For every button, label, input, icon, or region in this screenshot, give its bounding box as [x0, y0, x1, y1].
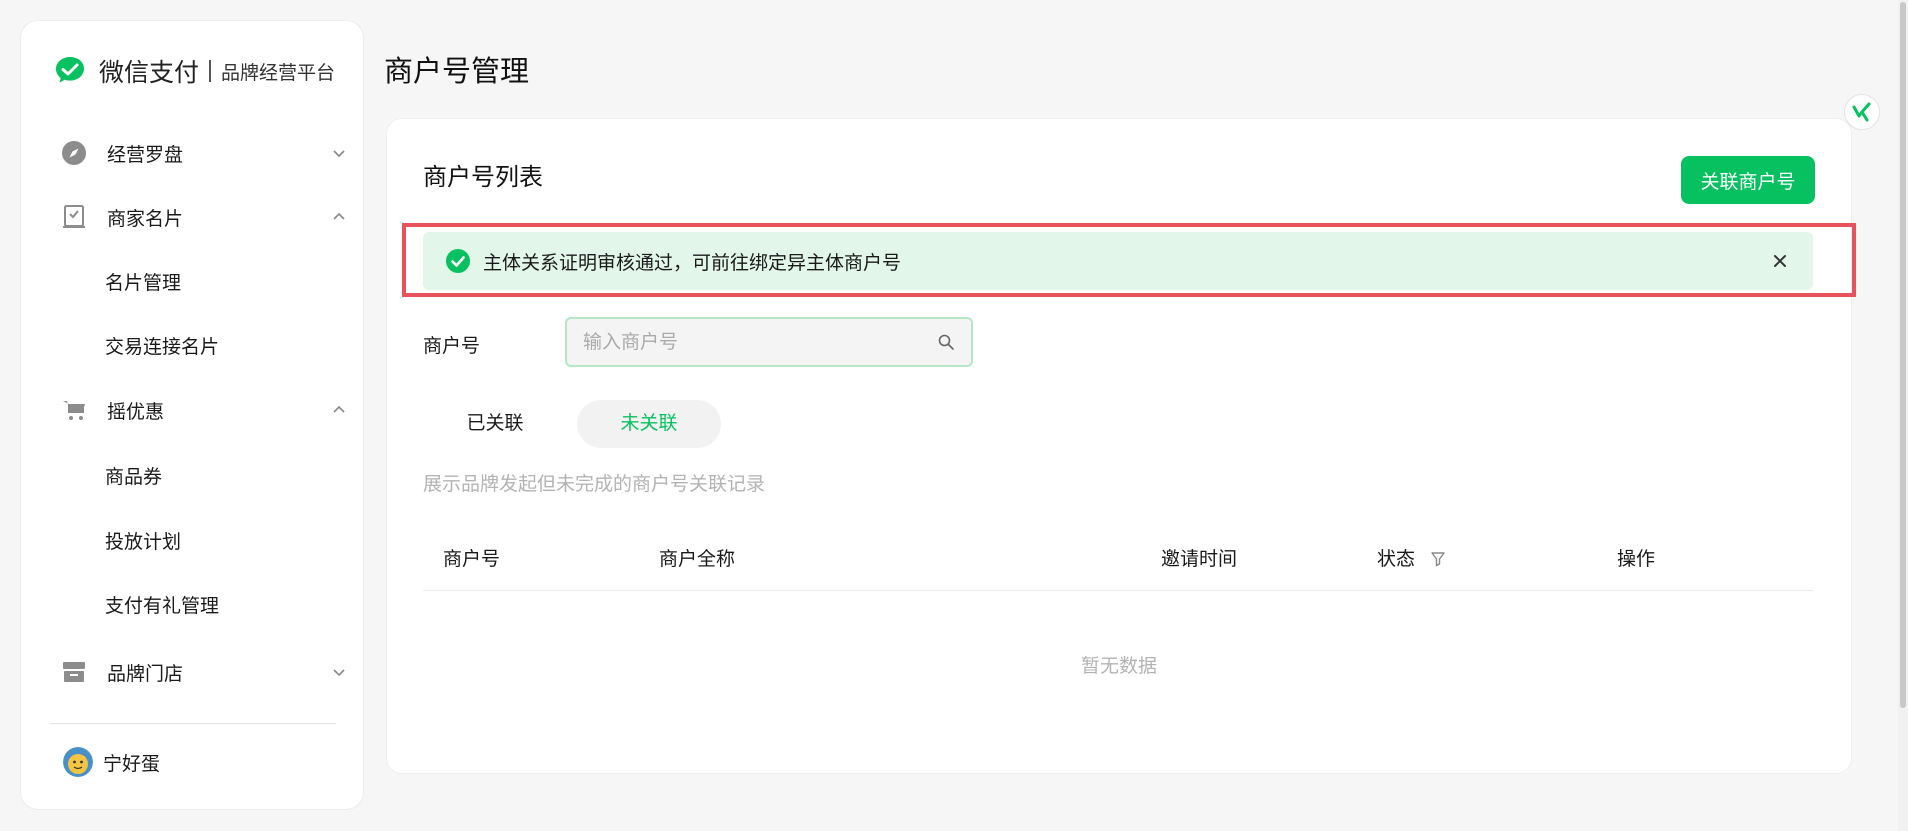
page-title: 商户号管理: [384, 56, 530, 88]
wechat-pay-icon: [56, 57, 84, 83]
column-header-status-label: 状态: [1377, 549, 1416, 570]
compass-icon: [61, 140, 87, 166]
sidebar-subitem-payment-gift[interactable]: 支付有礼管理: [105, 587, 219, 627]
avatar: [63, 747, 93, 777]
user-name: 宁好蛋: [103, 753, 161, 775]
sidebar-item-label: 摇优惠: [107, 401, 165, 423]
cart-icon: [61, 397, 87, 423]
brand-logo[interactable]: 微信支付 品牌经营平台: [53, 51, 335, 91]
sidebar-subitem-delivery-plan[interactable]: 投放计划: [105, 523, 181, 563]
table-header-divider: [423, 590, 1813, 591]
chevron-down-icon: [333, 150, 345, 158]
sidebar-subitem-transaction-card[interactable]: 交易连接名片: [105, 328, 219, 368]
merchant-search-input[interactable]: [581, 319, 925, 367]
chevron-up-icon: [333, 212, 345, 220]
tab-linked[interactable]: 已关联: [423, 400, 567, 448]
column-header-merchant-name: 商户全称: [659, 549, 736, 570]
user-profile[interactable]: 宁好蛋: [63, 747, 160, 777]
chevron-down-icon: [333, 669, 345, 677]
page-scrollbar[interactable]: [1898, 0, 1908, 831]
sidebar: 微信支付 品牌经营平台 经营罗盘 商家名片 名片管理 交易连接名片 摇优惠 商品…: [20, 20, 364, 810]
tab-unlinked[interactable]: 未关联: [577, 400, 721, 448]
merchant-list-card: 商户号列表 关联商户号 主体关系证明审核通过，可前往绑定异主体商户号 商户号 已…: [386, 118, 1852, 774]
column-header-actions: 操作: [1617, 549, 1656, 570]
alert-highlight-frame: [402, 223, 1856, 297]
sidebar-item-label: 经营罗盘: [107, 144, 184, 166]
assistant-icon: [1852, 102, 1871, 122]
link-merchant-button[interactable]: 关联商户号: [1681, 156, 1815, 204]
column-header-invite-time: 邀请时间: [1161, 549, 1238, 570]
brand-subtitle: 品牌经营平台: [221, 62, 336, 84]
merchant-search-box: [565, 317, 973, 367]
sidebar-subitem-product-coupon[interactable]: 商品券: [105, 458, 162, 498]
sidebar-item-brand-store[interactable]: 品牌门店: [53, 647, 353, 697]
sidebar-item-merchant-card[interactable]: 商家名片: [53, 192, 353, 242]
sidebar-item-label: 品牌门店: [107, 663, 184, 685]
brand-separator: [209, 60, 212, 82]
merchant-id-label: 商户号: [423, 336, 481, 357]
search-icon[interactable]: [937, 333, 955, 351]
filter-icon[interactable]: [1430, 551, 1446, 567]
sidebar-divider: [50, 723, 336, 724]
scrollbar-thumb[interactable]: [1900, 2, 1906, 708]
sidebar-item-label: 商家名片: [107, 208, 184, 230]
card-icon: [61, 204, 87, 230]
sidebar-subitem-card-management[interactable]: 名片管理: [105, 264, 181, 304]
card-title: 商户号列表: [423, 164, 543, 191]
tab-hint: 展示品牌发起但未完成的商户号关联记录: [423, 474, 766, 495]
brand-name: 微信支付: [99, 59, 200, 87]
empty-state-text: 暂无数据: [1080, 656, 1157, 677]
store-icon: [61, 659, 87, 685]
column-header-merchant-id: 商户号: [443, 549, 501, 570]
chevron-up-icon: [333, 405, 345, 413]
sidebar-item-compass[interactable]: 经营罗盘: [53, 128, 353, 178]
sidebar-item-shake-discount[interactable]: 摇优惠: [53, 385, 353, 435]
column-header-status: 状态: [1377, 544, 1446, 571]
